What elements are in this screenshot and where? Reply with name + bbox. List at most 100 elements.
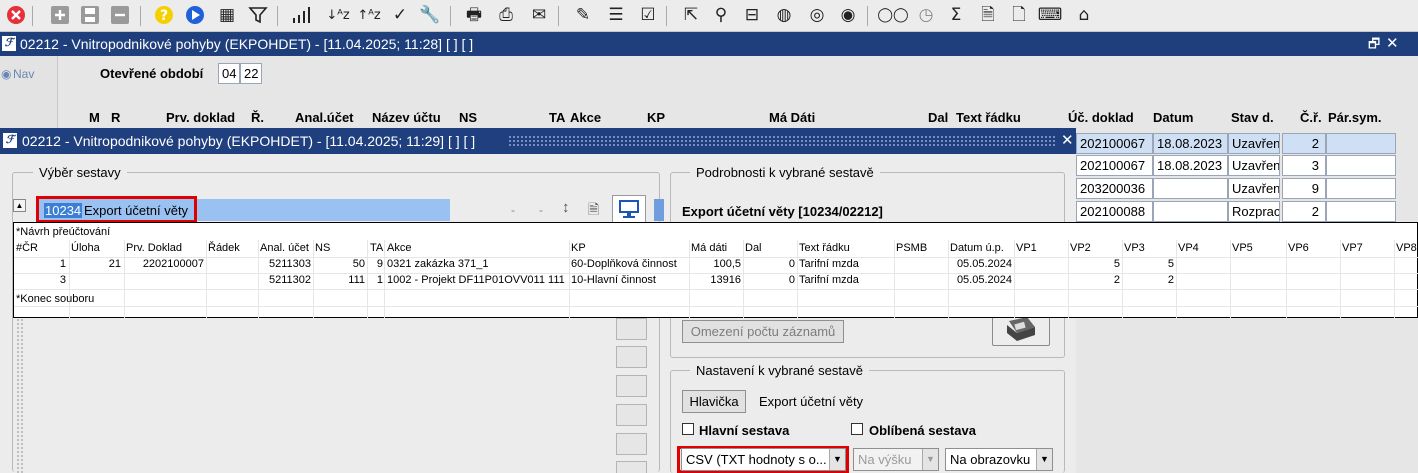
column-header-prv-doklad[interactable]: Prv. doklad	[166, 110, 235, 125]
filter-icon[interactable]	[246, 3, 270, 27]
record-limit-button[interactable]: Omezení počtu záznamů	[682, 320, 844, 343]
list-scrollbar[interactable]	[654, 199, 664, 221]
column-header-text-radku[interactable]: Text řádku	[956, 110, 1021, 125]
compass-icon[interactable]: ◎	[805, 3, 829, 27]
main-report-checkbox[interactable]	[682, 423, 694, 435]
period-year-field[interactable]: 22	[240, 63, 262, 84]
excel-icon[interactable]: 🗎	[976, 3, 1000, 27]
sort-az-icon[interactable]: ↓ᴬz	[326, 3, 350, 27]
column-header-r[interactable]: R	[111, 110, 120, 125]
attach-icon[interactable]: ⚲	[709, 3, 733, 27]
column-header-m[interactable]: M	[89, 110, 100, 125]
row4-datum[interactable]	[1153, 201, 1228, 222]
checklist-icon[interactable]: ☑	[636, 3, 660, 27]
side-slot-1[interactable]	[616, 318, 647, 340]
row4-cr[interactable]: 2	[1282, 201, 1326, 222]
row4-stav[interactable]: Rozprac	[1228, 201, 1280, 222]
side-slot-5[interactable]	[616, 433, 647, 455]
sigma-icon[interactable]: Σ	[944, 3, 968, 27]
nav-icon[interactable]: ◉	[1, 67, 11, 81]
column-header-anal-ucet[interactable]: Anal.účet	[295, 110, 354, 125]
row1-stav[interactable]: Uzavřen	[1228, 133, 1280, 154]
back-window-titlebar[interactable]: ℱ 02212 - Vnitropodnikové pohyby (EKPOHD…	[0, 32, 1418, 56]
remove-icon[interactable]	[108, 3, 132, 27]
signpost-icon[interactable]: ⊟	[740, 3, 764, 27]
column-header-akce[interactable]: Akce	[570, 110, 601, 125]
row4-par-sym[interactable]	[1326, 201, 1396, 222]
export-icon[interactable]: ⇱	[679, 3, 703, 27]
column-header-ns[interactable]: NS	[459, 110, 477, 125]
restore-icon[interactable]: 🗗	[1368, 32, 1380, 56]
help-icon[interactable]: ?	[152, 3, 176, 27]
column-header-stav[interactable]: Stav d.	[1231, 110, 1274, 125]
calendar-icon[interactable]: ▦	[215, 3, 239, 27]
column-header-datum[interactable]: Datum	[1153, 110, 1193, 125]
front-window-titlebar[interactable]: ℱ 02212 - Vnitropodnikové pohyby (EKPOHD…	[0, 128, 1076, 154]
row1-doklad[interactable]: 202100067	[1076, 133, 1153, 154]
close-icon[interactable]	[4, 3, 28, 27]
column-header-dal[interactable]: Dal	[928, 110, 948, 125]
screen-output-button[interactable]	[612, 195, 646, 223]
row2-doklad[interactable]: 202100067	[1076, 155, 1153, 176]
column-header-ma-dati[interactable]: Má Dáti	[769, 110, 815, 125]
add-icon[interactable]	[48, 3, 72, 27]
edit-icon[interactable]: ✎	[571, 3, 595, 27]
column-header-ta[interactable]: TA	[549, 110, 565, 125]
output-select[interactable]: Na obrazovku ▼	[945, 448, 1053, 471]
row3-datum[interactable]	[1153, 178, 1228, 199]
chart-bars-icon[interactable]	[290, 3, 314, 27]
row2-cr[interactable]: 3	[1282, 155, 1326, 176]
column-header-uc-doklad[interactable]: Úč. doklad	[1068, 110, 1134, 125]
scroll-up-icon[interactable]: ▲	[13, 199, 26, 212]
format-select[interactable]: CSV (TXT hodnoty s o... ▼	[681, 448, 846, 471]
window-close-icon[interactable]: ✕	[1061, 128, 1074, 154]
row1-cr[interactable]: 2	[1282, 133, 1326, 154]
play-icon[interactable]	[183, 3, 207, 27]
row1-par-sym[interactable]	[1326, 133, 1396, 154]
favorite-report-checkbox[interactable]	[851, 423, 863, 435]
row1-datum[interactable]: 18.08.2023	[1153, 133, 1228, 154]
column-header-cr[interactable]: Č.ř.	[1300, 110, 1322, 125]
list-icon[interactable]: ☰	[604, 3, 628, 27]
side-slot-3[interactable]	[616, 375, 647, 397]
row3-cr[interactable]: 9	[1282, 178, 1326, 199]
column-header-par-sym[interactable]: Pár.sym.	[1328, 110, 1382, 125]
row4-doklad[interactable]: 202100088	[1076, 201, 1153, 222]
side-slot-4[interactable]	[616, 404, 647, 426]
resize-vertical-icon[interactable]: ↕	[562, 199, 570, 216]
row3-stav[interactable]: Uzavřen	[1228, 178, 1280, 199]
selected-report-code[interactable]: 10234	[44, 203, 83, 218]
save-icon[interactable]	[78, 3, 102, 27]
document-icon[interactable]: 🗎	[588, 199, 599, 223]
row2-stav[interactable]: Uzavřen	[1228, 155, 1280, 176]
eye-icon[interactable]: ◉	[836, 3, 860, 27]
globe-icon[interactable]: ◍	[772, 3, 796, 27]
orientation-select[interactable]: Na výšku ▼	[853, 448, 939, 471]
column-header-radek[interactable]: Ř.	[251, 110, 264, 125]
window-close-icon[interactable]: ✕	[1386, 32, 1399, 56]
user-book-icon[interactable]: ⌂	[1072, 3, 1096, 27]
row3-par-sym[interactable]	[1326, 178, 1396, 199]
row3-doklad[interactable]: 203200036	[1076, 178, 1153, 199]
print-icon[interactable]: 🖶	[462, 3, 486, 27]
glasses-icon[interactable]: ◯◯	[877, 3, 908, 27]
side-slot-2[interactable]	[616, 346, 647, 368]
row2-datum[interactable]: 18.08.2023	[1153, 155, 1228, 176]
selected-report-name[interactable]: Export účetní věty	[84, 203, 188, 218]
code-file-icon[interactable]: 🗋	[1007, 3, 1031, 27]
column-header-nazev-uctu[interactable]: Název účtu	[372, 110, 441, 125]
column-header-kp[interactable]: KP	[647, 110, 665, 125]
period-month-field[interactable]: 04	[218, 63, 240, 84]
header-button[interactable]: Hlavička	[682, 390, 746, 413]
row2-par-sym[interactable]	[1326, 155, 1396, 176]
print-preview-icon[interactable]: ⎙	[494, 3, 518, 27]
check-icon[interactable]: ✓	[388, 3, 412, 27]
sort-za-icon[interactable]: ↑ᴬz	[357, 3, 381, 27]
keyboard-icon[interactable]: ⌨	[1038, 3, 1063, 27]
side-slot-6[interactable]	[616, 461, 647, 473]
mail-icon[interactable]: ✉	[527, 3, 551, 27]
splitter-grip[interactable]	[16, 318, 24, 473]
wrench-icon[interactable]: 🔧	[418, 3, 442, 27]
clock-icon[interactable]: ◷	[914, 3, 938, 27]
nav-label[interactable]: Nav	[13, 67, 34, 81]
